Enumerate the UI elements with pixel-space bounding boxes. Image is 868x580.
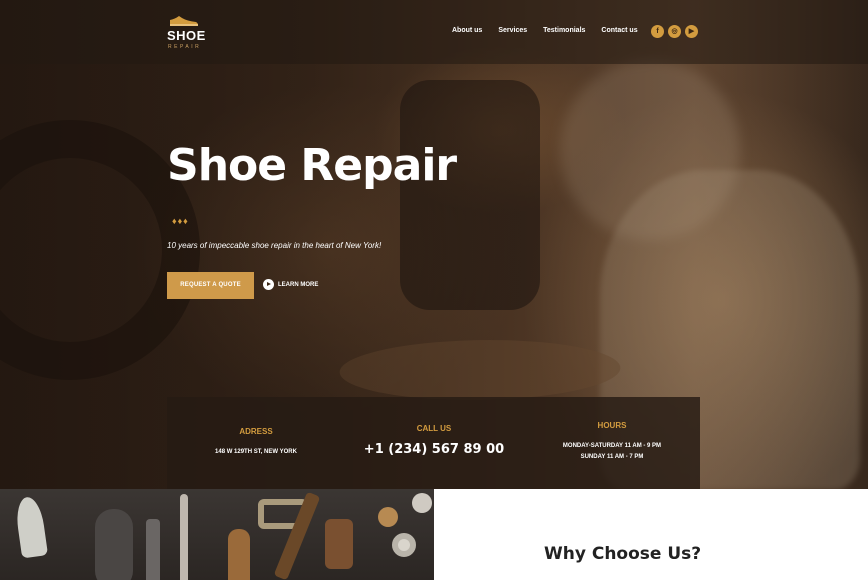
shoe-icon [170,16,198,26]
site-header: SHOE REPAIR About us Services Testimonia… [0,0,868,64]
tool-shape [13,495,49,559]
hero-title: Shoe Repair [167,140,457,191]
nav-testimonials[interactable]: Testimonials [543,27,585,34]
info-bar: ADRESS 148 W 129TH ST, NEW YORK CALL US … [167,397,700,489]
hours-heading: HOURS [597,421,627,430]
phone-number[interactable]: +1 (234) 567 89 00 [345,442,523,457]
diamond-divider-icon: ♦♦♦ [172,216,189,226]
main-nav: About us Services Testimonials Contact u… [452,27,654,34]
info-address: ADRESS 148 W 129TH ST, NEW YORK [167,397,345,489]
nav-services[interactable]: Services [498,27,527,34]
tool-shape [146,519,160,580]
logo-subtext: REPAIR [168,44,202,50]
play-icon [263,279,274,290]
hours-line-weekdays: MONDAY-SATURDAY 11 AM - 9 PM [562,443,662,449]
youtube-icon[interactable]: ▶ [685,25,698,38]
learn-more-button[interactable]: LEARN MORE [263,279,318,290]
section-title: Why Choose Us? [544,544,702,564]
info-call: CALL US +1 (234) 567 89 00 [345,397,523,489]
call-heading: CALL US [416,424,452,433]
learn-more-label: LEARN MORE [278,281,319,288]
request-quote-button[interactable]: REQUEST A QUOTE [167,272,254,299]
hours-line-sunday: SUNDAY 11 AM - 7 PM [580,454,644,460]
social-links: f ◎ ▶ [651,25,698,38]
address-heading: ADRESS [239,427,273,436]
tools-image [0,489,434,580]
nav-about[interactable]: About us [452,27,482,34]
why-choose-section: Why Choose Us? [434,489,868,580]
tool-shape [95,509,133,580]
logo[interactable]: SHOE REPAIR [167,14,206,52]
facebook-icon[interactable]: f [651,25,664,38]
hero-section: SHOE REPAIR About us Services Testimonia… [0,0,868,489]
tool-shape [180,494,188,580]
hours-value: MONDAY-SATURDAY 11 AM - 9 PM SUNDAY 11 A… [523,441,701,463]
tool-shape [412,493,432,513]
address-value: 148 W 129TH ST, NEW YORK [215,449,297,455]
logo-text: SHOE [167,28,206,43]
hero-subtitle: 10 years of impeccable shoe repair in th… [167,241,382,250]
tool-shape [378,507,398,527]
instagram-icon[interactable]: ◎ [668,25,681,38]
tool-shape [228,529,250,580]
tool-shape [325,519,353,569]
tool-shape [392,533,416,557]
info-hours: HOURS MONDAY-SATURDAY 11 AM - 9 PM SUNDA… [523,397,701,489]
nav-contact[interactable]: Contact us [601,27,637,34]
